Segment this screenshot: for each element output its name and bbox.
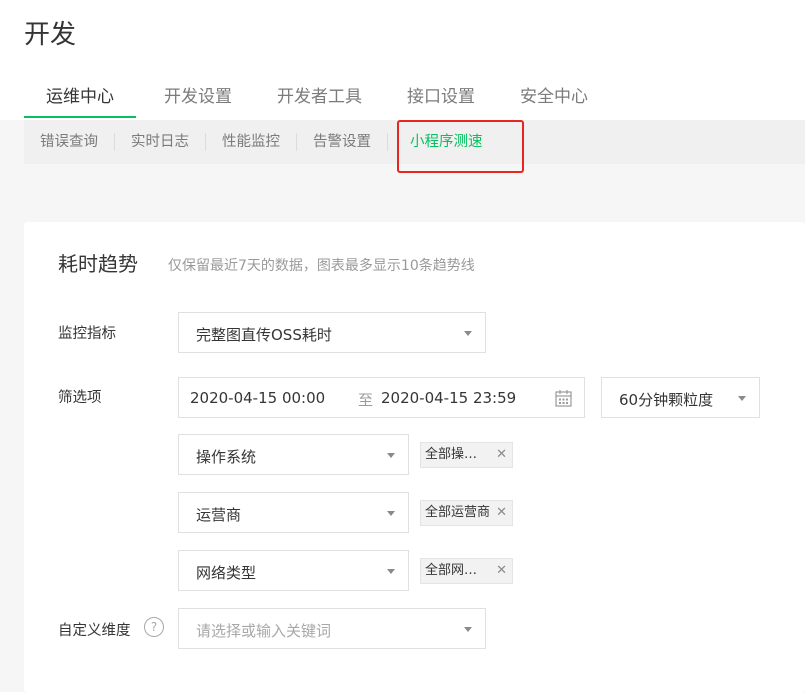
chevron-down-icon [738,396,746,401]
metric-select-value: 完整图直传OSS耗时 [196,326,332,344]
highlight-annotation-box [397,120,524,173]
date-separator: 至 [358,391,374,409]
custom-dimension-placeholder: 请选择或输入关键词 [196,622,332,640]
close-icon[interactable]: ✕ [496,443,507,467]
main-tabs: 运维中心 开发设置 开发者工具 接口设置 安全中心 [24,82,633,118]
metric-label: 监控指标 [58,326,116,342]
tab-api-settings[interactable]: 接口设置 [407,82,475,118]
date-range-picker[interactable]: 2020-04-15 00:00 至 2020-04-15 23:59 [178,377,585,418]
chevron-down-icon [464,627,472,632]
metric-select[interactable]: 完整图直传OSS耗时 [178,312,486,353]
custom-dimension-label: 自定义维度 [58,623,131,639]
subtab-performance[interactable]: 性能监控 [206,133,297,151]
carrier-select[interactable]: 运营商 [178,492,409,533]
tab-dev-settings[interactable]: 开发设置 [164,82,232,118]
network-tag-label: 全部网… [425,563,478,578]
granularity-value: 60分钟颗粒度 [619,391,714,409]
chevron-down-icon [464,331,472,336]
help-icon[interactable]: ? [144,617,164,637]
carrier-tag: 全部运营商 ✕ [420,500,513,526]
network-select[interactable]: 网络类型 [178,550,409,591]
tab-security-center[interactable]: 安全中心 [520,82,588,118]
os-select[interactable]: 操作系统 [178,434,409,475]
chevron-down-icon [387,511,395,516]
subtab-alert-settings[interactable]: 告警设置 [297,133,388,151]
filter-label: 筛选项 [58,390,102,406]
card-note: 仅保留最近7天的数据，图表最多显示10条趋势线 [168,258,475,274]
card-title: 耗时趋势 [58,252,138,276]
carrier-tag-label: 全部运营商 [425,505,491,520]
os-select-value: 操作系统 [196,448,257,466]
chevron-down-icon [387,453,395,458]
custom-dimension-input[interactable]: 请选择或输入关键词 [178,608,486,649]
close-icon[interactable]: ✕ [496,501,507,525]
trend-card: 耗时趋势 仅保留最近7天的数据，图表最多显示10条趋势线 监控指标 完整图直传O… [24,222,805,692]
tab-ops-center[interactable]: 运维中心 [24,82,136,118]
chevron-down-icon [387,569,395,574]
top-bar: 开发 运维中心 开发设置 开发者工具 接口设置 安全中心 [0,0,805,120]
tab-dev-tools[interactable]: 开发者工具 [277,82,362,118]
granularity-select[interactable]: 60分钟颗粒度 [601,377,760,418]
page-title: 开发 [24,20,77,50]
date-start: 2020-04-15 00:00 [190,389,326,407]
date-end: 2020-04-15 23:59 [381,389,517,407]
calendar-icon [555,390,572,407]
close-icon[interactable]: ✕ [496,559,507,583]
carrier-select-value: 运营商 [196,506,242,524]
subtab-realtime-log[interactable]: 实时日志 [115,133,206,151]
network-select-value: 网络类型 [196,564,257,582]
network-tag: 全部网… ✕ [420,558,513,584]
os-tag: 全部操… ✕ [420,442,513,468]
subtab-error-query[interactable]: 错误查询 [24,133,115,151]
os-tag-label: 全部操… [425,447,478,462]
